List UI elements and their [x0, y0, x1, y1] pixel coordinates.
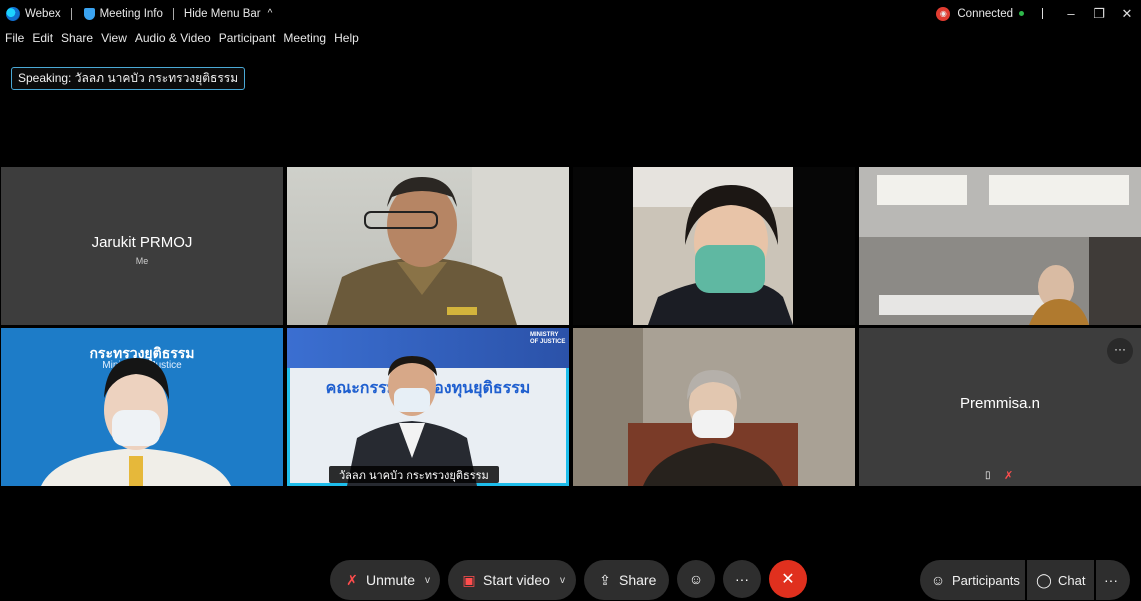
restore-icon[interactable]: ❐	[1085, 6, 1113, 22]
connection-area: ◉ Connected – ❐ ✕	[936, 0, 1141, 27]
meeting-controls: ✗ Unmute v ▣ Start video v ⇪ Share ☺ ···…	[0, 556, 1141, 601]
muted-mic-icon: ✗	[346, 571, 358, 588]
divider	[70, 7, 72, 20]
menu-participant[interactable]: Participant	[219, 31, 276, 49]
start-video-button[interactable]: ▣ Start video v	[448, 560, 576, 600]
leave-meeting-button[interactable]: ✕	[769, 560, 807, 598]
participant-name: Premmisa.n	[959, 395, 1041, 412]
reactions-button[interactable]: ☺	[677, 560, 715, 598]
unmute-button[interactable]: ✗ Unmute v	[330, 560, 440, 600]
menu-file[interactable]: File	[5, 31, 24, 49]
chevron-up-icon: ^	[267, 8, 273, 19]
chat-bubble-icon: ◯	[1036, 571, 1052, 588]
start-video-label: Start video	[483, 572, 550, 588]
title-bar: Webex Meeting Info Hide Menu Bar ^ ◉ Con…	[0, 0, 1141, 27]
participant-tile-premmisa[interactable]: ··· Premmisa.n ▯ ✗	[859, 328, 1141, 486]
video-off-icon: ▣	[462, 571, 476, 588]
menu-share[interactable]: Share	[61, 31, 93, 49]
emoji-icon: ☺	[688, 571, 704, 587]
participant-tile-active-speaker[interactable]: MINISTRY OF JUSTICE คณะกรรมการกองทุนยุติ…	[287, 328, 569, 486]
menu-help[interactable]: Help	[334, 31, 359, 49]
speaking-indicator: Speaking: วัลลภ นาคบัว กระทรวงยุติธรรม	[11, 67, 246, 90]
chevron-down-icon[interactable]: v	[425, 575, 430, 586]
chat-button[interactable]: ◯ Chat	[1027, 560, 1094, 600]
meeting-info-label: Meeting Info	[99, 7, 163, 20]
video-feed	[859, 167, 1141, 325]
participant-tile-video[interactable]	[859, 167, 1141, 325]
participant-tile-self[interactable]: Jarukit PRMOJ Me	[1, 167, 283, 325]
connection-status: Connected	[957, 7, 1013, 20]
panel-more-button[interactable]: ···	[1096, 560, 1130, 600]
unmute-label: Unmute	[366, 572, 416, 588]
menu-edit[interactable]: Edit	[32, 31, 53, 49]
record-icon[interactable]: ◉	[936, 6, 951, 21]
shield-icon	[83, 7, 95, 20]
close-icon[interactable]: ✕	[1113, 6, 1141, 22]
hide-menu-label: Hide Menu Bar	[183, 7, 261, 20]
phone-icon: ▯	[985, 470, 991, 481]
menu-view[interactable]: View	[101, 31, 127, 49]
video-feed	[347, 356, 477, 486]
app-name: Webex	[25, 7, 61, 20]
chat-label: Chat	[1058, 572, 1086, 588]
divider	[172, 7, 174, 20]
participants-button[interactable]: ☺ Participants	[920, 560, 1025, 600]
more-options-icon: ···	[1104, 572, 1118, 588]
muted-mic-icon: ✗	[1004, 470, 1014, 482]
menu-bar: File Edit Share View Audio & Video Parti…	[0, 31, 362, 49]
more-options-button[interactable]: ···	[723, 560, 761, 598]
close-icon: ✕	[781, 571, 795, 588]
share-button[interactable]: ⇪ Share	[584, 560, 669, 600]
participant-tile-video[interactable]	[287, 167, 569, 325]
participant-name: Jarukit PRMOJ	[91, 234, 193, 251]
participant-tile-video[interactable]	[573, 328, 855, 486]
more-options-icon[interactable]: ···	[1107, 338, 1133, 364]
participant-tile-video[interactable]	[573, 167, 855, 325]
minimize-icon[interactable]: –	[1057, 6, 1085, 21]
menu-meeting[interactable]: Meeting	[283, 31, 326, 49]
video-feed	[327, 167, 569, 325]
pin-icon[interactable]	[1042, 8, 1043, 19]
webex-logo-icon	[6, 6, 20, 21]
menu-audio-video[interactable]: Audio & Video	[135, 31, 211, 49]
hide-menu-bar-button[interactable]: Hide Menu Bar ^	[184, 8, 272, 20]
video-feed	[633, 167, 793, 325]
video-feed	[573, 328, 855, 486]
more-options-icon: ···	[735, 571, 749, 587]
webex-app: Webex	[0, 6, 61, 21]
participant-tag: Me	[135, 256, 149, 266]
person-icon: ☺	[930, 572, 946, 588]
participant-name-label: วัลลภ นาคบัว กระทรวงยุติธรรม	[329, 466, 499, 483]
connected-dot-icon	[1019, 11, 1024, 16]
chevron-down-icon[interactable]: v	[560, 575, 565, 586]
share-label: Share	[619, 572, 657, 588]
meeting-info-button[interactable]: Meeting Info	[82, 7, 163, 20]
participants-label: Participants	[952, 572, 1020, 588]
video-feed	[41, 358, 231, 486]
participant-tile-video[interactable]: กระทรวงยุติธรรม Ministry of Justice	[1, 328, 283, 486]
share-icon: ⇪	[599, 571, 611, 588]
